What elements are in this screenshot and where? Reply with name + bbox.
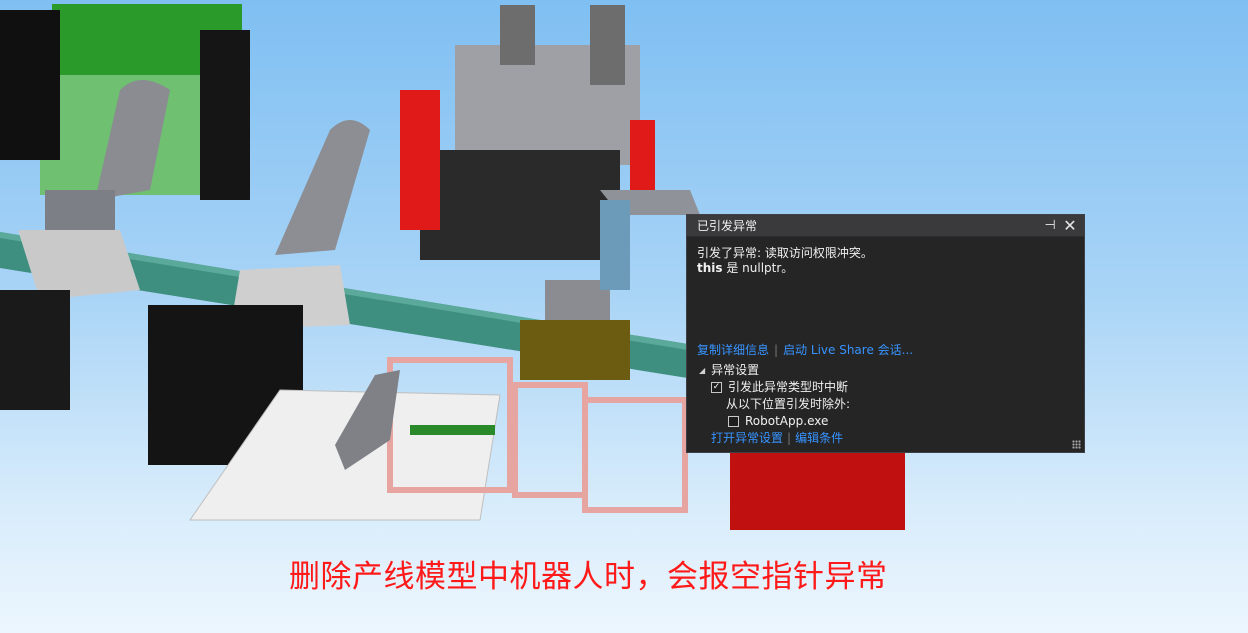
settings-header-label: 异常设置	[711, 363, 760, 377]
dialog-title: 已引发异常	[697, 219, 758, 233]
message-this: this	[697, 261, 723, 275]
dialog-titlebar: 已引发异常 ⊣ ✕	[687, 215, 1084, 237]
bottom-separator: |	[787, 431, 792, 445]
copy-details-link[interactable]: 复制详细信息	[697, 343, 769, 357]
pin-icon[interactable]: ⊣	[1042, 218, 1058, 234]
black-frame-left	[0, 10, 60, 160]
settings-header[interactable]: ◢ 异常设置	[699, 362, 850, 379]
except-item-checkbox[interactable]	[728, 416, 739, 427]
red-cabinet	[730, 452, 905, 530]
action-links: 复制详细信息 | 启动 Live Share 会话...	[697, 341, 913, 358]
dialog-body: 引发了异常: 读取访问权限冲突。 this 是 nullptr。	[687, 237, 1084, 276]
break-option[interactable]: ✓ 引发此异常类型时中断	[699, 379, 850, 396]
message-rest: 是 nullptr。	[722, 261, 794, 275]
except-item-label: RobotApp.exe	[745, 414, 829, 428]
bottom-links: 打开异常设置 | 编辑条件	[711, 429, 843, 446]
caption-text: 删除产线模型中机器人时，会报空指针异常	[289, 559, 888, 595]
close-icon[interactable]: ✕	[1062, 217, 1078, 234]
start-liveshare-link[interactable]: 启动 Live Share 会话...	[783, 343, 913, 357]
exception-dialog: 已引发异常 ⊣ ✕ 引发了异常: 读取访问权限冲突。 this 是 nullpt…	[686, 214, 1085, 453]
break-checkbox[interactable]: ✓	[711, 382, 722, 393]
link-separator: |	[774, 343, 779, 357]
message-line-2: this 是 nullptr。	[697, 261, 1074, 276]
exception-message: 引发了异常: 读取访问权限冲突。 this 是 nullptr。	[697, 246, 1074, 276]
expand-triangle-icon[interactable]: ◢	[699, 362, 705, 379]
robot-arm-2	[275, 120, 370, 255]
resize-grip-icon[interactable]	[1072, 440, 1081, 449]
break-label: 引发此异常类型时中断	[728, 380, 849, 394]
exception-settings: ◢ 异常设置 ✓ 引发此异常类型时中断 从以下位置引发时除外: RobotApp…	[699, 362, 850, 430]
edit-conditions-link[interactable]: 编辑条件	[795, 431, 843, 445]
except-item[interactable]: RobotApp.exe	[699, 413, 850, 430]
except-label: 从以下位置引发时除外:	[726, 397, 851, 411]
open-exception-settings-link[interactable]: 打开异常设置	[711, 431, 783, 445]
olive-cabinet	[520, 320, 630, 380]
message-line-1: 引发了异常: 读取访问权限冲突。	[697, 246, 873, 260]
except-option: 从以下位置引发时除外:	[699, 396, 850, 413]
